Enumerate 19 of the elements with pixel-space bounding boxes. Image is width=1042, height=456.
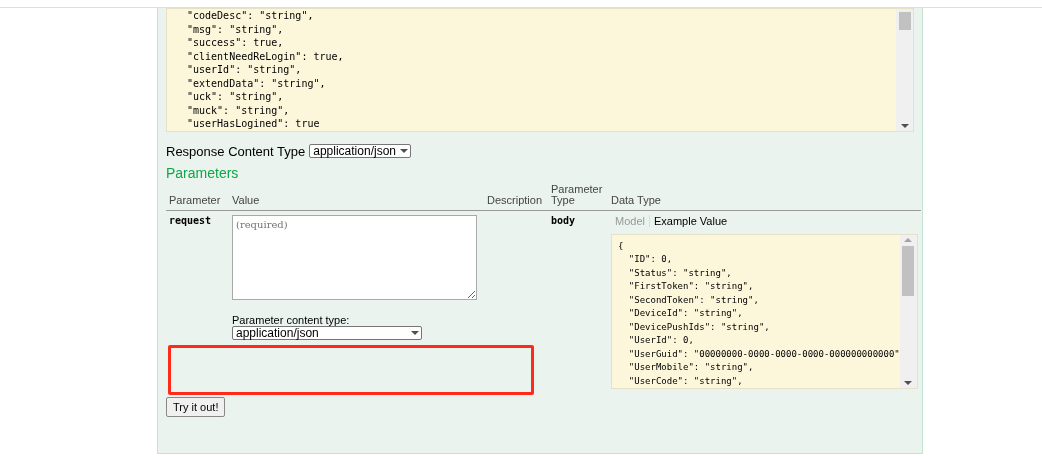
parameter-content-type-select[interactable]: application/json [232, 325, 422, 340]
scrollbar[interactable] [899, 234, 917, 388]
column-header: Parameter Type [548, 183, 608, 211]
parameter-type: body [551, 214, 577, 226]
value-input[interactable]: (required) [232, 214, 477, 300]
data-type-tab[interactable]: Example Value [649, 214, 732, 227]
column-header: Value [229, 183, 484, 211]
parameter-name: request [169, 214, 213, 226]
code-text: "codeDesc": "string", "msg": "string", "success": true, "clientNeedReLogin": true, "userId": "string", "extendData": "string", "uck": "string", "muck": "string", "userHasLogined": true [186, 9, 345, 131]
column-header: Description [484, 183, 548, 211]
code-text: { "ID": 0, "Status": "string", "FirstToken": "string", "SecondToken": "string", "DeviceId": "string", "DevicePushIds": "string", "UserId": 0, "UserGuid": "00000000-0000-0000-0000-000000000000" "UserMobile": "string", "UserCode": "string", [617, 239, 900, 388]
column-header: Parameter [166, 183, 229, 211]
try-it-out-button[interactable]: Try it out! [166, 397, 226, 417]
field-label: Response Content Type [166, 143, 306, 159]
content-type-select[interactable]: application/json [309, 144, 411, 158]
scrollbar[interactable] [896, 9, 913, 131]
column-header: Data Type [608, 183, 921, 211]
section-title: Parameters [166, 164, 240, 181]
field-label: Parameter content type: [232, 313, 351, 326]
